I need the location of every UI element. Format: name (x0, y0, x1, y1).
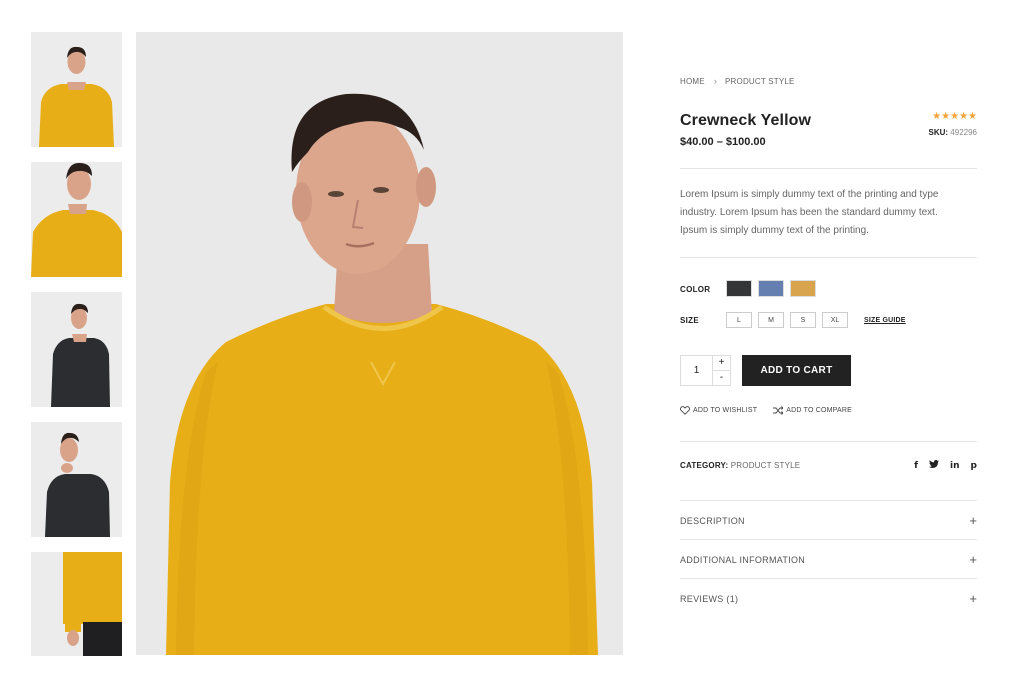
size-option-l[interactable]: L (726, 312, 752, 328)
quantity-decrease-button[interactable]: - (713, 370, 730, 385)
model-dark-front-image (31, 292, 122, 407)
plus-icon: + (969, 513, 977, 528)
model-dark-pose-image (31, 422, 122, 537)
size-guide-link[interactable]: SIZE GUIDE (864, 317, 906, 324)
plus-icon: + (969, 591, 977, 606)
quantity-increase-button[interactable]: + (713, 356, 730, 370)
color-swatch-1[interactable] (726, 280, 752, 297)
twitter-icon[interactable] (929, 460, 940, 471)
social-share: f in p (914, 460, 977, 471)
accordion-label: REVIEWS (1) (680, 593, 739, 604)
model-yellow-sweater-image (136, 32, 623, 655)
model-yellow-side-image (31, 552, 122, 656)
quantity-stepper: 1 + - (680, 355, 731, 386)
color-swatch-3[interactable] (790, 280, 816, 297)
product-details-panel: HOME › PRODUCT STYLE Crewneck Yellow $40… (680, 0, 977, 686)
model-yellow-front-image (31, 32, 122, 147)
color-swatches (726, 280, 816, 297)
add-to-compare-link[interactable]: ADD TO COMPARE (773, 406, 852, 415)
thumbnail-4[interactable] (31, 422, 122, 537)
thumbnail-5[interactable] (31, 552, 122, 656)
divider (680, 257, 977, 258)
product-sku: SKU: 492296 (929, 128, 978, 137)
shuffle-icon (773, 406, 784, 415)
divider (680, 168, 977, 169)
thumbnail-2[interactable] (31, 162, 122, 277)
divider (680, 441, 977, 442)
quantity-buttons: + - (712, 356, 730, 385)
plus-icon: + (969, 552, 977, 567)
add-to-cart-button[interactable]: ADD TO CART (742, 355, 851, 386)
breadcrumb-current: PRODUCT STYLE (725, 76, 795, 86)
star-icon: ★ (968, 111, 977, 122)
size-label: SIZE (680, 316, 699, 325)
product-price: $40.00 – $100.00 (680, 136, 766, 148)
main-product-image (136, 32, 623, 655)
product-category: CATEGORY: PRODUCT STYLE (680, 461, 800, 470)
linkedin-icon[interactable]: in (950, 461, 960, 471)
star-rating: ★ ★ ★ ★ ★ (932, 112, 977, 122)
thumbnail-3[interactable] (31, 292, 122, 407)
star-icon: ★ (941, 111, 951, 122)
category-label: CATEGORY: (680, 461, 729, 470)
model-yellow-closeup-image (31, 162, 122, 277)
add-to-wishlist-link[interactable]: ADD TO WISHLIST (680, 406, 757, 415)
thumbnail-gallery (31, 32, 122, 656)
breadcrumb-home[interactable]: HOME (680, 77, 705, 86)
accordion-label: ADDITIONAL INFORMATION (680, 554, 806, 565)
size-options: L M S XL SIZE GUIDE (726, 312, 906, 328)
star-icon: ★ (959, 111, 969, 122)
wishlist-label: ADD TO WISHLIST (693, 407, 758, 414)
accordion-additional-information[interactable]: ADDITIONAL INFORMATION + (680, 540, 977, 579)
sku-value: 492296 (950, 128, 977, 137)
compare-label: ADD TO COMPARE (786, 407, 853, 414)
sku-label: SKU: (928, 128, 949, 137)
accordion-description[interactable]: DESCRIPTION + (680, 501, 977, 540)
pinterest-icon[interactable]: p (971, 461, 977, 471)
thumbnail-1[interactable] (31, 32, 122, 147)
size-option-s[interactable]: S (790, 312, 816, 328)
size-option-m[interactable]: M (758, 312, 784, 328)
quantity-input[interactable]: 1 (681, 356, 712, 385)
product-description: Lorem Ipsum is simply dummy text of the … (680, 189, 939, 236)
chevron-right-icon: › (713, 76, 718, 86)
star-icon: ★ (950, 111, 960, 122)
accordion-reviews[interactable]: REVIEWS (1) + (680, 579, 977, 618)
facebook-icon[interactable]: f (914, 461, 918, 471)
color-swatch-2[interactable] (758, 280, 784, 297)
product-title: Crewneck Yellow (680, 112, 812, 129)
color-label: COLOR (680, 285, 711, 294)
heart-icon (680, 406, 690, 415)
size-option-xl[interactable]: XL (822, 312, 848, 328)
star-icon: ★ (932, 111, 942, 122)
product-actions: ADD TO WISHLIST ADD TO COMPARE (680, 406, 852, 415)
breadcrumb: HOME › PRODUCT STYLE (680, 76, 795, 86)
category-link[interactable]: PRODUCT STYLE (731, 461, 801, 470)
accordion-label: DESCRIPTION (680, 515, 745, 526)
